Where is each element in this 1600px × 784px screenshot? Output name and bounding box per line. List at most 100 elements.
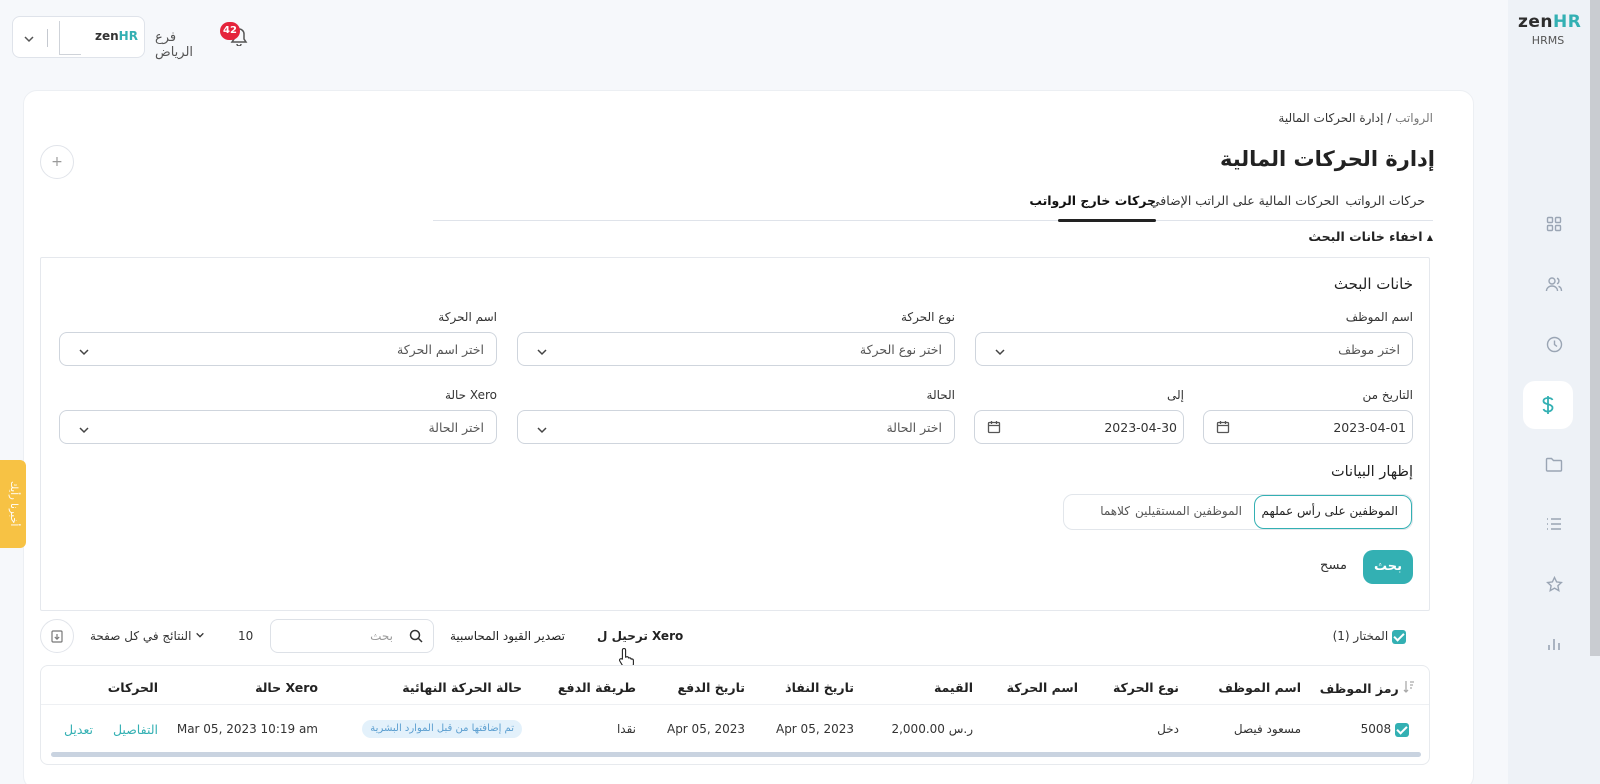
payroll-dollar-icon[interactable] xyxy=(1523,381,1573,429)
date-to-label: إلى xyxy=(1167,388,1184,402)
xero-status-value: اختر الحالة xyxy=(428,420,484,435)
per-page-value[interactable]: 10 xyxy=(238,629,253,643)
search-icon xyxy=(409,628,423,647)
toggle-search-label: اخفاء خانات البحث xyxy=(1308,229,1423,244)
logo-text-zen: zen xyxy=(1518,12,1554,32)
app-root: zenHR HRMS zenHR فرع الرياض 42 الرواتب /… xyxy=(0,0,1600,784)
clock-icon[interactable] xyxy=(1542,332,1566,356)
details-link[interactable]: التفاصيل xyxy=(113,722,158,737)
star-icon[interactable] xyxy=(1542,572,1566,596)
plus-icon: + xyxy=(51,154,63,170)
date-from-input[interactable]: 2023-04-01 xyxy=(1203,410,1413,444)
col-payment-method: طريقة الدفع xyxy=(557,680,636,695)
chevron-down-icon xyxy=(78,421,90,440)
chevron-down-icon xyxy=(23,30,35,49)
edit-link[interactable]: تعديل xyxy=(64,722,93,737)
tab-payroll-transactions[interactable]: حركات الرواتب xyxy=(1345,193,1425,208)
employee-label: اسم الموظف xyxy=(1345,310,1413,324)
sort-icon[interactable] xyxy=(1403,681,1415,696)
main-card: الرواتب / إدارة الحركات المالية إدارة ال… xyxy=(23,90,1474,784)
divider xyxy=(47,29,48,47)
search-panel: خانات البحث اسم الموظف اختر موظف نوع الح… xyxy=(40,257,1430,611)
employee-select[interactable]: اختر موظف xyxy=(975,332,1413,366)
header-divider xyxy=(41,704,1429,705)
col-final-status: حالة الحركة النهائية xyxy=(402,680,522,695)
tab-bar: حركات الرواتب الحركات المالية على الراتب… xyxy=(433,187,1433,222)
employees-icon[interactable] xyxy=(1542,272,1566,296)
company-image-placeholder xyxy=(59,21,81,55)
col-employee-code[interactable]: رمز الموظف xyxy=(1320,680,1415,696)
per-page-select[interactable]: النتائج في كل صفحة xyxy=(90,629,205,643)
notification-count-badge: 42 xyxy=(220,22,240,40)
folder-icon[interactable] xyxy=(1542,452,1566,476)
breadcrumb-parent[interactable]: الرواتب xyxy=(1395,111,1433,125)
company-logo-hr: HR xyxy=(118,29,138,43)
calendar-icon[interactable] xyxy=(1216,419,1230,438)
col-effective-date: تاريخ النفاذ xyxy=(785,680,854,695)
breadcrumb-current: إدارة الحركات المالية xyxy=(1278,111,1384,125)
search-panel-title: خانات البحث xyxy=(1333,275,1413,293)
side-navigation: zenHR HRMS xyxy=(1508,0,1600,784)
branch-name[interactable]: فرع الرياض xyxy=(155,30,193,60)
row-code: 5008 xyxy=(1360,722,1392,736)
chevron-down-icon xyxy=(78,343,90,362)
row-payment-date: Apr 05, 2023 xyxy=(666,722,745,736)
company-switcher[interactable]: zenHR xyxy=(12,16,145,58)
dashboard-icon[interactable] xyxy=(1542,212,1566,236)
col-amount: القيمة xyxy=(933,680,973,695)
date-to-input[interactable]: 2023-04-30 xyxy=(974,410,1184,444)
xero-status-label: حالة Xero xyxy=(444,388,497,402)
selected-count: المختار (1) xyxy=(1333,629,1414,644)
chevron-down-icon xyxy=(195,629,205,643)
calendar-icon[interactable] xyxy=(987,419,1001,438)
col-actions: الحركات xyxy=(107,680,158,695)
tab-non-payroll-transactions[interactable]: حركات خارج الرواتب xyxy=(1029,193,1156,208)
feedback-tab[interactable]: أخبرنا رأيك xyxy=(0,460,26,548)
status-select[interactable]: اختر الحالة xyxy=(517,410,955,444)
col-transaction-name: اسم الحركة xyxy=(1006,680,1078,695)
segment-both[interactable]: كلاهما xyxy=(1100,504,1130,518)
xero-status-select[interactable]: اختر الحالة xyxy=(59,410,497,444)
chevron-down-icon xyxy=(994,343,1006,362)
search-button[interactable]: بحث xyxy=(1363,550,1413,584)
employee-select-value: اختر موظف xyxy=(1338,342,1400,357)
export-icon[interactable] xyxy=(40,619,74,653)
table-horizontal-scrollbar[interactable] xyxy=(51,752,1421,757)
status-badge: تم إضافتها من قبل الموارد البشرية xyxy=(362,720,522,738)
date-to-value: 2023-04-30 xyxy=(1104,420,1177,435)
row-checkbox[interactable] xyxy=(1395,722,1409,737)
col-xero-status: حالة Xero xyxy=(255,680,318,695)
active-tab-indicator xyxy=(1058,219,1156,222)
search-placeholder: بحث xyxy=(370,629,393,643)
transaction-name-select[interactable]: اختر اسم الحركة xyxy=(59,332,497,366)
breadcrumb: الرواتب / إدارة الحركات المالية xyxy=(1278,111,1433,125)
row-payment-method: نقدا xyxy=(616,722,636,736)
transaction-name-value: اختر اسم الحركة xyxy=(397,342,484,357)
row-transaction-type: دخل xyxy=(1157,722,1179,736)
page-scrollbar[interactable] xyxy=(1590,0,1600,656)
chevron-down-icon xyxy=(536,421,548,440)
row-effective-date: Apr 05, 2023 xyxy=(775,722,854,736)
list-icon[interactable] xyxy=(1542,512,1566,536)
transaction-type-select[interactable]: اختر نوع الحركة xyxy=(517,332,955,366)
col-employee-code-label: رمز الموظف xyxy=(1319,681,1399,696)
brand-logo[interactable]: zenHR HRMS xyxy=(1518,12,1582,47)
table-search-input[interactable]: بحث xyxy=(270,619,434,653)
segment-resigned-employees[interactable]: الموظفين المستقيلين xyxy=(1135,504,1242,518)
select-all-checkbox[interactable] xyxy=(1392,629,1406,644)
add-button[interactable]: + xyxy=(40,145,74,179)
post-to-xero-button[interactable]: ترحيل ل Xero xyxy=(597,629,683,643)
caret-up-icon: ▲ xyxy=(1426,233,1433,242)
page-title: إدارة الحركات المالية xyxy=(1219,147,1435,171)
export-accounting-entries-button[interactable]: تصدير القيود المحاسبية xyxy=(450,629,565,643)
employee-filter-segmented: الموظفين على رأس عملهم الموظفين المستقيل… xyxy=(1063,494,1413,530)
reports-chart-icon[interactable] xyxy=(1542,632,1566,656)
transactions-table: رمز الموظف اسم الموظف نوع الحركة اسم الح… xyxy=(40,665,1430,765)
tab-offcycle-transactions[interactable]: الحركات المالية على الراتب الإضافي xyxy=(1150,193,1339,208)
status-label: الحالة xyxy=(926,388,955,402)
col-employee-name: اسم الموظف xyxy=(1218,680,1301,695)
toggle-search-fields[interactable]: اخفاء خانات البحث ▲ xyxy=(1308,229,1433,244)
clear-button[interactable]: مسح xyxy=(1320,558,1347,573)
segment-active-employees[interactable]: الموظفين على رأس عملهم xyxy=(1262,504,1398,518)
logo-text-hr: HR xyxy=(1553,12,1582,32)
